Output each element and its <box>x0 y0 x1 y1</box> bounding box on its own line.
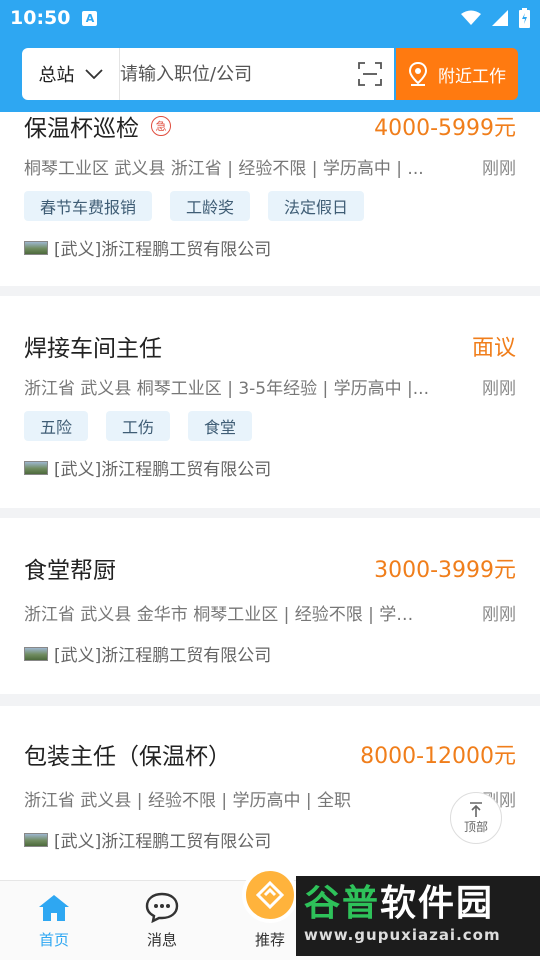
job-card[interactable]: 保温杯巡检 急 4000-5999元 桐琴工业区 武义县 浙江省 | 经验不限 … <box>0 96 540 286</box>
back-to-top-label: 顶部 <box>463 819 488 834</box>
job-card[interactable]: 包装主任（保温杯） 8000-12000元 浙江省 武义县 | 经验不限 | 学… <box>0 706 540 886</box>
company-logo <box>24 832 48 847</box>
nav-messages[interactable]: 消息 <box>108 881 216 960</box>
scan-icon[interactable] <box>345 62 394 86</box>
battery-icon <box>519 8 530 28</box>
watermark-logo-text: 谷普软件园 <box>304 882 532 926</box>
notification-app-icon: A <box>82 10 98 26</box>
status-icons <box>461 8 530 28</box>
back-to-top-button[interactable]: 顶部 <box>450 792 502 844</box>
chevron-down-icon <box>84 69 103 79</box>
job-salary: 3000-3999元 <box>374 558 516 583</box>
job-tag: 工伤 <box>106 411 171 441</box>
job-title-text: 包装主任（保温杯） <box>24 744 231 770</box>
station-selector[interactable]: 总站 <box>22 48 120 100</box>
search-bar: 总站 附近工作 <box>22 48 518 100</box>
recommend-icon <box>242 867 298 923</box>
job-meta: 浙江省 武义县 | 经验不限 | 学历高中 | 全职 <box>24 791 352 811</box>
nearby-jobs-button[interactable]: 附近工作 <box>396 48 518 100</box>
status-bar: 10:50 A <box>0 0 540 36</box>
search-input[interactable] <box>120 63 345 85</box>
job-salary: 4000-5999元 <box>374 116 516 141</box>
job-card[interactable]: 食堂帮厨 3000-3999元 浙江省 武义县 金华市 桐琴工业区 | 经验不限… <box>0 518 540 694</box>
job-title-text: 食堂帮厨 <box>24 558 116 584</box>
job-company: [武义]浙江程鹏工贸有限公司 <box>24 235 516 260</box>
chat-bubble-icon <box>145 892 179 923</box>
job-time: 刚刚 <box>482 159 516 179</box>
job-title-text: 焊接车间主任 <box>24 336 162 362</box>
job-tag: 食堂 <box>188 411 253 441</box>
company-name: [武义]浙江程鹏工贸有限公司 <box>54 240 272 260</box>
job-tag: 春节车费报销 <box>24 191 153 221</box>
watermark-green: 谷普 <box>304 883 381 924</box>
job-time: 刚刚 <box>482 379 516 399</box>
arrow-up-icon <box>470 801 482 817</box>
status-time: 10:50 <box>10 7 71 29</box>
job-salary: 8000-12000元 <box>360 744 516 769</box>
watermark-white: 软件园 <box>380 883 495 924</box>
signal-icon <box>492 10 508 26</box>
job-company: [武义]浙江程鹏工贸有限公司 <box>24 641 516 666</box>
job-tags: 春节车费报销 工龄奖 法定假日 <box>24 191 516 221</box>
company-logo <box>24 460 48 475</box>
nav-recommend-label: 推荐 <box>254 931 285 949</box>
job-tag: 工龄奖 <box>170 191 251 221</box>
job-company: [武义]浙江程鹏工贸有限公司 <box>24 827 516 852</box>
job-title: 包装主任（保温杯） <box>24 737 231 771</box>
job-meta: 浙江省 武义县 桐琴工业区 | 3-5年经验 | 学历高中 |... <box>24 379 429 399</box>
company-name: [武义]浙江程鹏工贸有限公司 <box>54 646 272 666</box>
company-name: [武义]浙江程鹏工贸有限公司 <box>54 832 272 852</box>
nearby-jobs-label: 附近工作 <box>438 66 506 87</box>
nav-home[interactable]: 首页 <box>0 881 108 960</box>
job-title: 食堂帮厨 <box>24 551 116 585</box>
job-title: 保温杯巡检 急 <box>24 109 171 143</box>
nav-messages-label: 消息 <box>146 931 177 949</box>
company-logo <box>24 240 48 255</box>
nav-home-label: 首页 <box>38 931 69 949</box>
watermark: 谷普软件园 www.gupuxiazai.com <box>296 876 540 956</box>
job-card[interactable]: 焊接车间主任 面议 浙江省 武义县 桐琴工业区 | 3-5年经验 | 学历高中 … <box>0 296 540 508</box>
job-time: 刚刚 <box>482 605 516 625</box>
app-header: 10:50 A 总站 请输入职位/公司 附近工作 <box>0 0 540 112</box>
job-tags: 五险 工伤 食堂 <box>24 411 516 441</box>
search-box: 总站 <box>22 48 394 100</box>
urgent-badge: 急 <box>151 116 171 136</box>
wifi-icon <box>461 10 481 25</box>
job-tag: 法定假日 <box>268 191 365 221</box>
job-salary: 面议 <box>471 336 516 361</box>
job-title-text: 保温杯巡检 <box>24 116 139 142</box>
job-tag: 五险 <box>24 411 89 441</box>
location-pin-icon <box>408 62 428 86</box>
company-name: [武义]浙江程鹏工贸有限公司 <box>54 460 272 480</box>
home-icon <box>39 895 69 921</box>
company-logo <box>24 646 48 661</box>
job-meta: 浙江省 武义县 金华市 桐琴工业区 | 经验不限 | 学… <box>24 605 414 625</box>
station-label: 总站 <box>38 65 75 86</box>
job-title: 焊接车间主任 <box>24 329 162 363</box>
job-company: [武义]浙江程鹏工贸有限公司 <box>24 455 516 480</box>
watermark-url: www.gupuxiazai.com <box>304 926 501 944</box>
job-meta: 桐琴工业区 武义县 浙江省 | 经验不限 | 学历高中 | ... <box>24 159 424 179</box>
